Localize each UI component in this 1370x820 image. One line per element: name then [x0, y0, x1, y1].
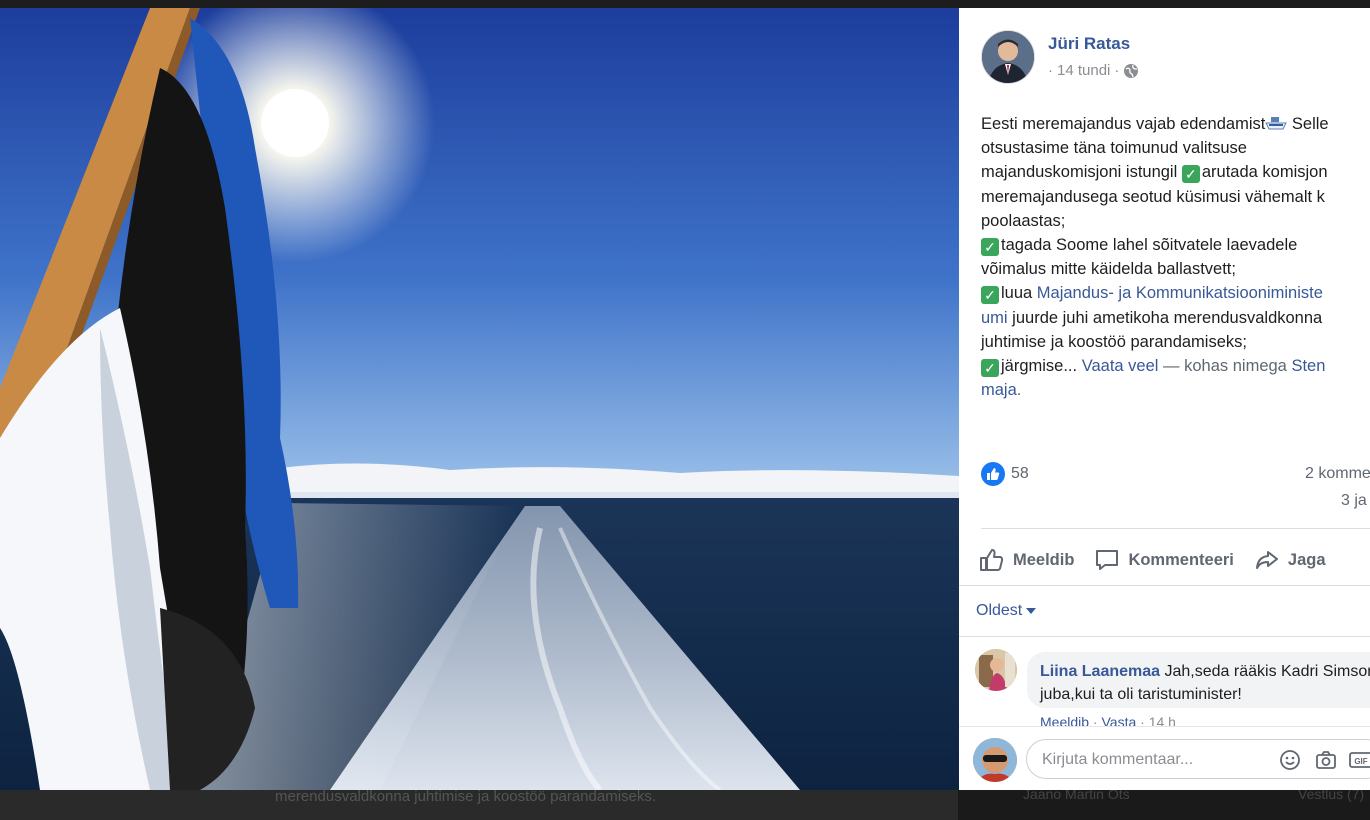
place-suffix: .: [1016, 381, 1022, 400]
comment-text-block: Liina Laanemaa Jah,seda rääkis Kadri Sim…: [1040, 660, 1370, 706]
globe-icon: [1124, 63, 1139, 78]
my-avatar: [973, 738, 1017, 782]
place-prefix: — kohas nimega: [1158, 357, 1292, 376]
text-line: meremajandusega seotud küsimusi vähemalt…: [981, 187, 1325, 206]
post-time[interactable]: 14 tundi: [1057, 62, 1110, 79]
author-portrait-icon: [982, 31, 1034, 83]
text-line: tagada Soome lahel sõitvatele laevadele: [1001, 236, 1298, 255]
ship-emoji-icon: [1265, 117, 1288, 130]
text-line: Selle: [1287, 115, 1329, 133]
caret-down-icon: [1026, 608, 1037, 614]
post-actions: Meeldib Kommenteeri Jaga: [979, 544, 1370, 576]
sort-label: Oldest: [976, 602, 1023, 619]
reactions-summary[interactable]: 58: [981, 462, 1029, 486]
svg-text:GIF: GIF: [1354, 757, 1367, 766]
check-emoji-icon: ✓: [981, 238, 999, 257]
post-author-name[interactable]: Jüri Ratas: [1048, 34, 1130, 54]
comment-input-placeholder: Kirjuta kommentaar...: [1042, 751, 1194, 768]
comment-bubble: Liina Laanemaa Jah,seda rääkis Kadri Sim…: [1027, 652, 1370, 708]
ministry-link[interactable]: Majandus- ja Kommunikatsiooniministe: [1037, 284, 1323, 302]
share-label: Jaga: [1287, 550, 1326, 569]
emoji-icon[interactable]: [1279, 749, 1301, 771]
text-line: järgmise...: [1001, 357, 1078, 376]
text-line: juurde juhi ametikoha merendusvaldkonna: [1007, 308, 1323, 327]
post-meta: · 14 tundi ·: [1048, 62, 1139, 79]
divider: [959, 585, 1370, 586]
text-line: luua: [1001, 284, 1037, 303]
divider: [981, 528, 1370, 529]
text-line: võimalus mitte käidelda ballastvett;: [981, 260, 1236, 279]
background-page-strip: merendusvaldkonna juhtimise ja koostöö p…: [0, 790, 1370, 820]
gif-icon[interactable]: GIF: [1349, 749, 1370, 771]
shares-count[interactable]: 3 ja: [1341, 492, 1367, 510]
comment-label: Kommenteeri: [1128, 550, 1234, 569]
post-panel: Jüri Ratas · 14 tundi · Eesti meremajand…: [959, 8, 1370, 790]
share-button[interactable]: Jaga: [1254, 548, 1326, 572]
chat-name[interactable]: Jaano Martin Ots: [1023, 790, 1130, 802]
post-text: Eesti meremajandus vajab edendamist Sell…: [981, 112, 1370, 402]
check-emoji-icon: ✓: [981, 359, 999, 378]
likes-count: 58: [1011, 465, 1029, 482]
divider: [959, 636, 1370, 637]
place-link[interactable]: Sten: [1291, 357, 1325, 375]
comment-input[interactable]: Kirjuta kommentaar... GIF: [1026, 739, 1370, 779]
chat-bar: Jaano Martin Ots Vestlus (7): [958, 790, 1370, 820]
post-photo[interactable]: [0, 8, 959, 790]
comments-count[interactable]: 2 komme: [1305, 465, 1370, 483]
text-line: otsustasime täna toimunud valitsuse: [981, 139, 1247, 158]
chat-label[interactable]: Vestlus (7): [1298, 790, 1364, 802]
background-post-text: merendusvaldkonna juhtimise ja koostöö p…: [275, 790, 657, 805]
ministry-link-end[interactable]: umi: [981, 309, 1008, 327]
thumbs-up-icon: [980, 549, 1004, 571]
check-emoji-icon: ✓: [1181, 165, 1200, 184]
like-reaction-icon: [981, 462, 1005, 486]
commenter-photo-icon: [975, 649, 1017, 691]
top-browser-strip: [0, 0, 1370, 8]
author-avatar[interactable]: [981, 30, 1035, 84]
text-line: Eesti meremajandus vajab edendamist: [981, 115, 1266, 133]
commenter-avatar[interactable]: [975, 649, 1017, 691]
meta-dot-2: ·: [1114, 62, 1120, 79]
like-label: Meeldib: [1013, 550, 1075, 569]
text-line: majanduskomisjoni istungil: [981, 163, 1182, 182]
comment-composer: Kirjuta kommentaar... GIF: [959, 726, 1370, 790]
comment-bubble-icon: [1096, 550, 1119, 570]
text-line: poolaastas;: [981, 211, 1066, 230]
like-button[interactable]: Meeldib: [979, 548, 1074, 572]
sea-flag-image: [0, 8, 959, 790]
text-line: juhtimise ja koostöö parandamiseks;: [981, 332, 1247, 351]
my-photo-icon: [973, 738, 1017, 782]
place-link-end[interactable]: maja: [981, 381, 1017, 399]
share-arrow-icon: [1255, 551, 1278, 569]
text-line: arutada komisjon: [1201, 163, 1328, 182]
see-more-link[interactable]: Vaata veel: [1082, 357, 1159, 375]
comment-sort-dropdown[interactable]: Oldest: [976, 602, 1037, 620]
comment-button[interactable]: Kommenteeri: [1094, 548, 1234, 572]
check-emoji-icon: ✓: [981, 286, 999, 305]
meta-dot: ·: [1048, 62, 1053, 79]
commenter-name[interactable]: Liina Laanemaa: [1040, 663, 1160, 680]
camera-icon[interactable]: [1315, 749, 1337, 771]
